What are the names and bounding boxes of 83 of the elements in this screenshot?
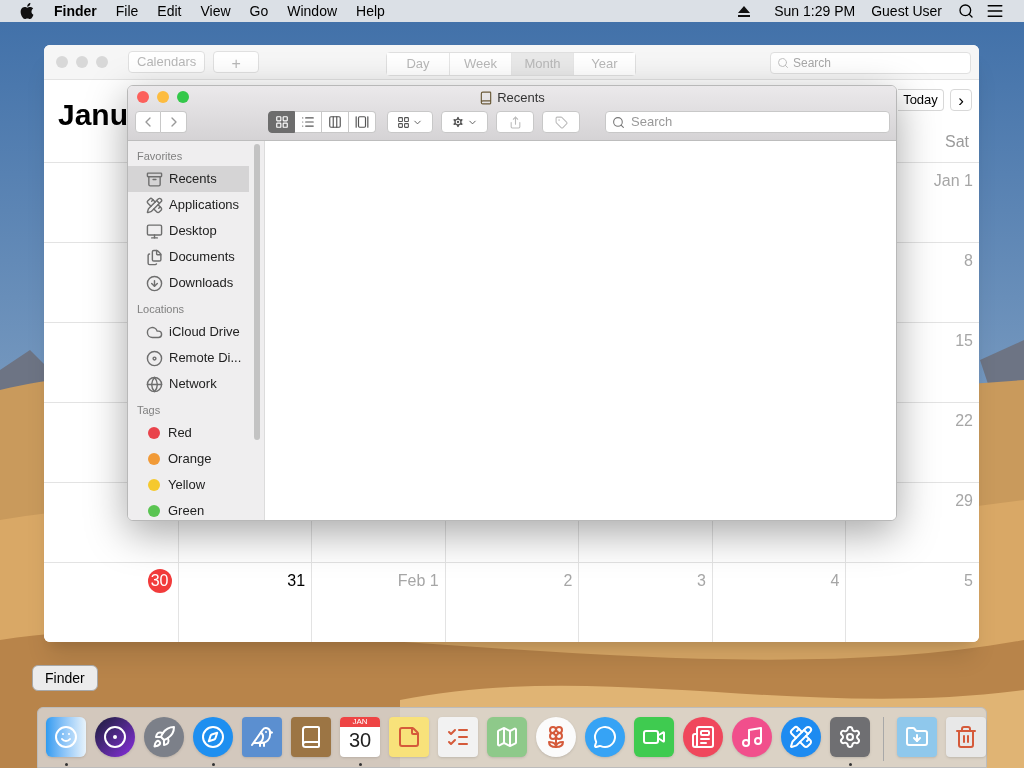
list-view-icon (301, 115, 315, 129)
gear-icon[interactable] (830, 717, 870, 757)
month-title: Janu (58, 97, 129, 133)
search-icon[interactable] (958, 3, 974, 19)
files-icon (146, 248, 163, 266)
today-button[interactable]: Today (898, 89, 944, 111)
pencil-ruler-icon[interactable] (781, 717, 821, 757)
menu-item[interactable]: Edit (157, 0, 182, 22)
menu-item[interactable]: Help (356, 0, 385, 22)
eject-icon[interactable] (738, 5, 751, 17)
sidebar-item[interactable]: Yellow (128, 472, 249, 498)
map-icon[interactable] (487, 717, 527, 757)
trash-icon[interactable] (946, 717, 986, 757)
sidebar-item[interactable]: iCloud Drive (128, 319, 249, 345)
download-icon (146, 274, 163, 292)
zoom-button[interactable] (177, 91, 189, 103)
newspaper-icon[interactable] (683, 717, 723, 757)
rocket-icon[interactable] (144, 717, 184, 757)
flower-icon[interactable] (536, 717, 576, 757)
weekday-label: Sat (945, 132, 969, 152)
music-note-icon[interactable] (732, 717, 772, 757)
archive-icon (146, 170, 163, 188)
section-heading: Locations (136, 303, 186, 316)
section-heading: Tags (136, 404, 162, 417)
compass-icon[interactable] (193, 717, 233, 757)
tooltip: Finder (32, 665, 98, 691)
sidebar-item[interactable]: Remote Di... (128, 345, 249, 371)
group-button[interactable] (387, 111, 433, 133)
apple-icon[interactable] (20, 3, 34, 19)
menu-item[interactable]: Go (249, 0, 269, 22)
icons-view-icon (274, 115, 289, 129)
sidebar-item[interactable]: Orange (128, 446, 249, 472)
globe-icon (146, 375, 163, 393)
sidebar-item[interactable]: Documents (128, 244, 249, 270)
monitor-icon (146, 222, 163, 240)
menu-item[interactable]: View (200, 0, 231, 22)
disc-icon (146, 349, 163, 367)
today-date[interactable]: 30 (147, 569, 172, 593)
gear-icon (451, 115, 465, 129)
smiling-face-icon[interactable] (46, 717, 86, 757)
section-heading: Favorites (136, 150, 184, 163)
search-icon (777, 57, 789, 69)
sidebar-item[interactable]: Network (128, 371, 249, 397)
user-name[interactable]: Guest User (871, 0, 942, 22)
bird-stamp-icon[interactable] (242, 717, 282, 757)
video-camera-icon[interactable] (634, 717, 674, 757)
speech-bubble-icon[interactable] (585, 717, 625, 757)
view-mode-button[interactable] (268, 111, 295, 133)
gallery-view-icon (355, 115, 369, 129)
action-button[interactable] (441, 111, 488, 133)
pencil-ruler-icon (146, 196, 163, 214)
close-button[interactable] (137, 91, 149, 103)
columns-view-icon (328, 115, 342, 129)
next-button[interactable]: › (950, 89, 972, 111)
day-number[interactable]: 31 (287, 569, 306, 593)
sidebar-item[interactable]: Recents (128, 166, 249, 192)
view-mode-button[interactable] (349, 111, 376, 133)
sidebar-item[interactable]: Green (128, 498, 249, 520)
menu-clock[interactable]: Sun 1:29 PM (774, 0, 856, 22)
sidebar-item[interactable]: Applications (128, 192, 249, 218)
sidebar-item[interactable]: Downloads (128, 270, 249, 296)
share-icon (508, 115, 522, 129)
view-mode-button[interactable] (295, 111, 322, 133)
orb-icon[interactable] (95, 717, 135, 757)
calendar-icon[interactable]: JAN 30 (340, 717, 380, 757)
sidebar-item[interactable]: Red (128, 420, 249, 446)
sidebar-item[interactable]: Desktop (128, 218, 249, 244)
search-placeholder: Search (631, 113, 673, 132)
grid-icon (397, 115, 410, 129)
search-icon (612, 115, 625, 129)
checklist-icon[interactable] (438, 717, 478, 757)
menu-app-name[interactable]: Finder (54, 0, 97, 22)
book-icon[interactable] (291, 717, 331, 757)
tag-icon (554, 115, 568, 129)
book-icon (479, 90, 494, 105)
list-icon[interactable] (986, 2, 1004, 20)
search-placeholder: Search (793, 55, 832, 72)
view-mode-button[interactable] (322, 111, 349, 133)
menu-item[interactable]: File (115, 0, 139, 22)
notepad-icon[interactable] (389, 717, 429, 757)
folder-icon[interactable] (897, 717, 937, 757)
menu-item[interactable]: Window (287, 0, 338, 22)
window-title: Recents (497, 89, 545, 107)
